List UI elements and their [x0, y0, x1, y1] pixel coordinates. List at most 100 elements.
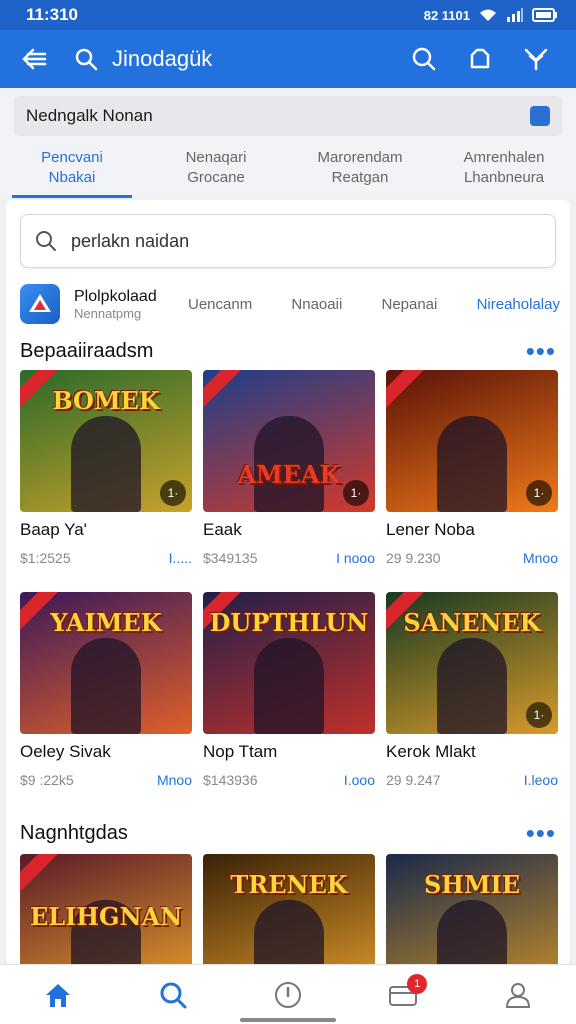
- game-meta: $1:2525 I.....: [20, 550, 192, 566]
- store-info[interactable]: Plolpkolaad Nennatpmg: [74, 288, 174, 321]
- app-bar-title[interactable]: Jinodagük: [112, 46, 396, 72]
- tab-label-line1: Marorendam: [317, 149, 403, 166]
- game-grid-row: YAIMEK Oeley Sivak $9 :22k5 Mnoo DUPTHLU…: [20, 592, 558, 788]
- game-price: 29 9.247: [386, 772, 441, 788]
- section-title: Bepaaiiraadsm: [20, 339, 154, 362]
- game-title: Kerok Mlakt: [386, 742, 476, 761]
- ribbon-badge: [203, 370, 244, 409]
- filter-chip-active[interactable]: Nireaholalay: [477, 296, 560, 313]
- ribbon-badge: [20, 854, 61, 893]
- game-price: $1:2525: [20, 550, 71, 566]
- game-thumbnail[interactable]: AMEAK 1·: [203, 370, 375, 512]
- game-card[interactable]: SHMIE: [386, 854, 558, 964]
- signal-icon: [507, 8, 523, 22]
- game-grid-row: BOMEK 1· Baap Ya' $1:2525 I..... AMEAK 1…: [20, 370, 558, 566]
- store-logo-icon[interactable]: [20, 284, 60, 324]
- tab-4[interactable]: Amrenhalen Lhanbneura: [432, 144, 576, 198]
- nav-home[interactable]: [28, 970, 88, 1020]
- more-link[interactable]: I.ooo: [344, 772, 375, 788]
- tab-label-line2: Nbakai: [48, 169, 96, 186]
- bag-button[interactable]: [452, 37, 508, 81]
- game-meta: 29 9.247 I.leoo: [386, 772, 558, 788]
- back-button[interactable]: [12, 37, 56, 81]
- more-link[interactable]: I nooo: [336, 550, 375, 566]
- count-badge: 1·: [343, 480, 369, 506]
- account-badge-icon: [530, 106, 550, 126]
- game-card[interactable]: DUPTHLUN Nop Ttam $143936 I.ooo: [203, 592, 375, 788]
- game-thumbnail[interactable]: BOMEK 1·: [20, 370, 192, 512]
- game-meta: 29 9.230 Mnoo: [386, 550, 558, 566]
- more-icon[interactable]: •••: [526, 338, 556, 364]
- game-card[interactable]: AMEAK 1· Eaak $349135 I nooo: [203, 370, 375, 566]
- section-header: Nagnhtgdas •••: [20, 818, 556, 848]
- game-card[interactable]: 1· Lener Noba 29 9.230 Mnoo: [386, 370, 558, 566]
- tab-bar: Pencvani Nbakai Nenaqari Grocane Maroren…: [0, 144, 576, 198]
- game-logo-text: SANENEK: [403, 608, 541, 637]
- account-selector[interactable]: Nedngalk Nonan: [14, 96, 562, 136]
- more-link[interactable]: Mnoo: [157, 772, 192, 788]
- game-thumbnail[interactable]: DUPTHLUN: [203, 592, 375, 734]
- filter-chip[interactable]: Uencanm: [188, 296, 252, 313]
- search-button[interactable]: [396, 37, 452, 81]
- nav-search[interactable]: [143, 970, 203, 1020]
- tab-label-line2: Grocane: [187, 169, 245, 186]
- wifi-icon: [480, 9, 496, 21]
- more-icon[interactable]: •••: [526, 820, 556, 846]
- more-link[interactable]: I.leoo: [524, 772, 558, 788]
- store-name: Plolpkolaad: [74, 287, 157, 305]
- tab-3[interactable]: Marorendam Reatgan: [288, 144, 432, 198]
- battery-icon: [532, 8, 557, 22]
- status-time: 11:310: [26, 5, 78, 24]
- tab-1[interactable]: Pencvani Nbakai: [0, 144, 144, 198]
- arrow-left-icon: [22, 48, 47, 70]
- search-icon[interactable]: [74, 47, 98, 71]
- game-thumbnail[interactable]: 1·: [386, 370, 558, 512]
- game-card[interactable]: TRENEK: [203, 854, 375, 964]
- game-thumbnail[interactable]: YAIMEK: [20, 592, 192, 734]
- store-subtitle: Nennatpmg: [74, 305, 142, 321]
- character-art: [254, 638, 324, 734]
- home-indicator: [240, 1018, 336, 1022]
- filter-button[interactable]: [508, 37, 564, 81]
- game-price: 29 9.230: [386, 550, 441, 566]
- nav-updates[interactable]: [258, 970, 318, 1020]
- game-card[interactable]: BOMEK 1· Baap Ya' $1:2525 I.....: [20, 370, 192, 566]
- bottom-nav: 1: [0, 964, 576, 1024]
- tab-label-line1: Pencvani: [41, 149, 103, 166]
- status-bar: 11:310 82 1101: [0, 0, 576, 30]
- game-title: Baap Ya': [20, 520, 87, 539]
- nav-inbox[interactable]: 1: [373, 970, 433, 1020]
- game-title: Oeley Sivak: [20, 742, 111, 761]
- game-thumbnail[interactable]: TRENEK: [203, 854, 375, 964]
- notification-badge: 1: [407, 973, 428, 994]
- count-badge: 1·: [526, 702, 552, 728]
- game-title: Eaak: [203, 520, 242, 539]
- search-input[interactable]: perlakn naidan: [20, 214, 556, 268]
- game-price: $143936: [203, 772, 258, 788]
- triangle-logo-icon: [29, 294, 51, 312]
- filter-chip[interactable]: Nepanai: [381, 296, 437, 313]
- tab-label-line1: Amrenhalen: [463, 149, 545, 166]
- nav-profile[interactable]: [488, 970, 548, 1020]
- count-badge: 1·: [526, 480, 552, 506]
- more-link[interactable]: I.....: [169, 550, 192, 566]
- filter-chip[interactable]: Nnaoaii: [291, 296, 342, 313]
- tab-label-line1: Nenaqari: [185, 149, 247, 166]
- game-logo-text: DUPTHLUN: [209, 608, 369, 637]
- home-icon: [45, 983, 70, 1007]
- game-card[interactable]: SANENEK 1· Kerok Mlakt 29 9.247 I.leoo: [386, 592, 558, 788]
- tab-2[interactable]: Nenaqari Grocane: [144, 144, 288, 198]
- game-thumbnail[interactable]: SANENEK 1·: [386, 592, 558, 734]
- tab-label-line2: Reatgan: [331, 169, 389, 186]
- section-title: Nagnhtgdas: [20, 821, 128, 844]
- character-art: [71, 416, 141, 512]
- more-link[interactable]: Mnoo: [523, 550, 558, 566]
- status-text: 82 1101: [423, 7, 470, 23]
- account-panel: Nedngalk Nonan Pencvani Nbakai Nenaqari …: [0, 88, 576, 198]
- game-thumbnail[interactable]: SHMIE: [386, 854, 558, 964]
- user-icon: [506, 982, 531, 1008]
- game-logo-text: TRENEK: [230, 870, 348, 899]
- game-thumbnail[interactable]: ELIHGNAN: [20, 854, 192, 964]
- game-card[interactable]: YAIMEK Oeley Sivak $9 :22k5 Mnoo: [20, 592, 192, 788]
- game-card[interactable]: ELIHGNAN: [20, 854, 192, 964]
